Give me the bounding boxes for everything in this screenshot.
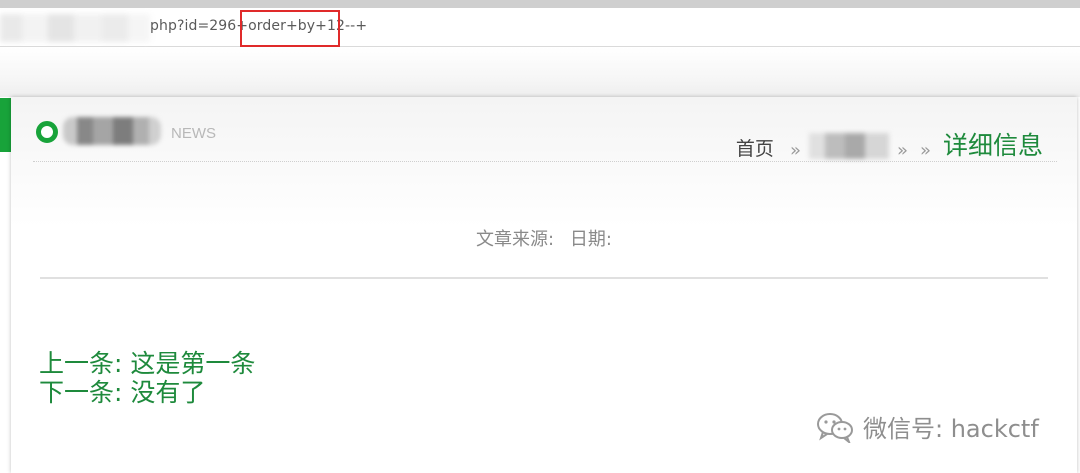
prev-article-link[interactable]: 上一条: 这是第一条 [39, 349, 255, 378]
next-article-link[interactable]: 下一条: 没有了 [39, 378, 255, 407]
content-divider [40, 277, 1048, 279]
breadcrumb-category-redacted[interactable] [808, 133, 889, 159]
header-divider [33, 161, 1057, 162]
breadcrumb-separator: » [789, 140, 801, 161]
section-title-redacted [63, 117, 161, 145]
source-label: 文章来源: [476, 229, 555, 250]
url-redacted-prefix [0, 14, 150, 42]
url-highlight-box [240, 10, 340, 47]
breadcrumb-separator: » [919, 140, 931, 161]
section-circle-icon [36, 121, 58, 143]
window-top-strip [0, 0, 1080, 8]
prev-next-nav: 上一条: 这是第一条 下一条: 没有了 [39, 349, 255, 407]
side-green-tab [0, 98, 11, 152]
article-meta: 文章来源: 日期: [11, 225, 1077, 251]
breadcrumb-home-link[interactable]: 首页 [736, 134, 774, 161]
address-bar[interactable]: php?id=296+order+by+12--+ [0, 8, 1080, 47]
toolbar-band [0, 47, 1080, 97]
date-label: 日期: [569, 229, 612, 250]
wechat-icon [817, 412, 853, 443]
watermark-text: 微信号: hackctf [863, 415, 1039, 443]
breadcrumb: 首页 » » » 详细信息 [736, 121, 1043, 161]
breadcrumb-separator: » [896, 140, 908, 161]
wechat-watermark: 微信号: hackctf [815, 409, 1039, 444]
breadcrumb-current: 详细信息 [942, 131, 1043, 160]
news-label: NEWS [171, 125, 216, 142]
